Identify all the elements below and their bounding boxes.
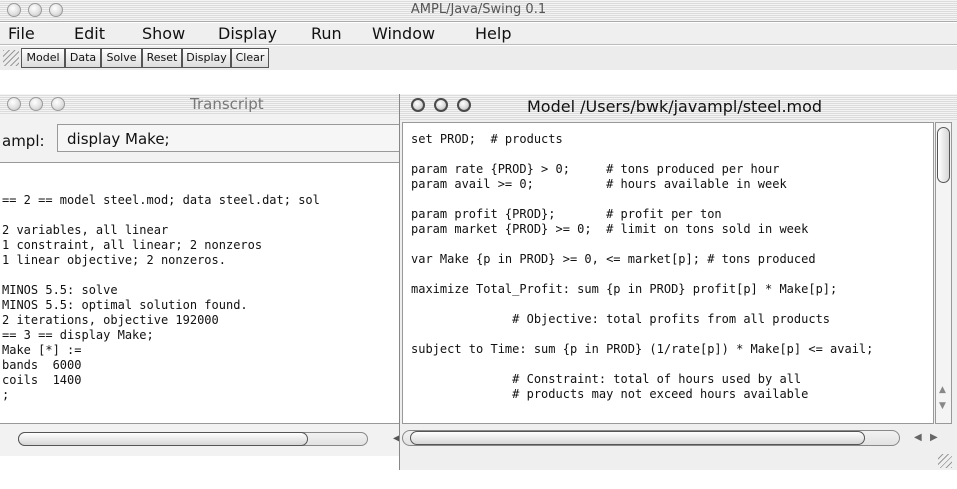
model-code-line: subject to Time: sum {p in PROD} (1/rate…	[411, 342, 874, 356]
data-button[interactable]: Data	[65, 48, 101, 68]
prompt-label: ampl:	[2, 132, 45, 150]
menu-run[interactable]: Run	[311, 23, 342, 45]
transcript-line: MINOS 5.5: solve	[2, 283, 118, 297]
solve-button[interactable]: Solve	[101, 48, 142, 68]
model-code-line	[411, 327, 873, 342]
model-vscroll[interactable]: ▲ ▼	[935, 122, 952, 424]
model-code-line: var Make {p in PROD} >= 0, <= market[p];…	[411, 252, 816, 266]
zoom-window-icon[interactable]	[51, 97, 65, 111]
toolbar: Model Data Solve Reset Display Clear	[0, 46, 957, 70]
model-code-line	[411, 297, 873, 312]
model-editor[interactable]: set PROD; # products param rate {PROD} >…	[402, 122, 934, 424]
menu-window[interactable]: Window	[372, 23, 435, 45]
model-code-line: param avail >= 0; # hours available in w…	[411, 177, 787, 191]
model-code-line: # products may not exceed hours availabl…	[411, 387, 809, 401]
command-input-value: display Make;	[67, 130, 170, 148]
menu-bar: File Edit Show Display Run Window Help	[0, 23, 957, 45]
model-window: Model /Users/bwk/javampl/steel.mod set P…	[399, 94, 957, 470]
model-code-line: param profit {PROD}; # profit per ton	[411, 207, 722, 221]
minimize-window-icon[interactable]	[29, 97, 43, 111]
reset-button[interactable]: Reset	[142, 48, 182, 68]
scroll-right-arrow-icon[interactable]: ▶	[930, 432, 938, 443]
main-title-bar[interactable]: AMPL/Java/Swing 0.1	[0, 0, 957, 22]
zoom-window-icon[interactable]	[457, 98, 471, 112]
transcript-line: == 2 == model steel.mod; data steel.dat;…	[2, 193, 320, 207]
close-window-icon[interactable]	[411, 98, 425, 112]
transcript-title-bar[interactable]: Transcript	[0, 94, 410, 114]
menu-show[interactable]: Show	[142, 23, 185, 45]
transcript-line: MINOS 5.5: optimal solution found.	[2, 298, 248, 312]
command-input[interactable]: display Make;	[57, 124, 410, 152]
scroll-down-arrow-icon[interactable]: ▼	[939, 401, 946, 411]
model-code-line: # Constraint: total of hours used by all	[411, 372, 802, 386]
model-code-line: param rate {PROD} > 0; # tons produced p…	[411, 162, 780, 176]
transcript-window: Transcript ampl: display Make; == 2 == m…	[0, 94, 410, 456]
model-button[interactable]: Model	[21, 48, 65, 68]
resize-grip-icon[interactable]	[938, 454, 952, 468]
model-hscroll[interactable]: ◀ ▶	[402, 430, 954, 446]
model-code-line	[411, 357, 873, 372]
model-code-line: param market {PROD} >= 0; # limit on ton…	[411, 222, 809, 236]
transcript-line: 2 variables, all linear	[2, 223, 169, 237]
clear-button[interactable]: Clear	[231, 48, 269, 68]
model-code-line: # Objective: total profits from all prod…	[411, 312, 831, 326]
menu-help[interactable]: Help	[475, 23, 511, 45]
model-title: Model /Users/bwk/javampl/steel.mod	[527, 97, 823, 116]
transcript-line	[2, 268, 320, 283]
menu-display[interactable]: Display	[218, 23, 277, 45]
transcript-line: 2 iterations, objective 192000	[2, 313, 219, 327]
transcript-line: ;	[2, 388, 10, 402]
transcript-line: 1 constraint, all linear; 2 nonzeros	[2, 238, 263, 252]
menu-edit[interactable]: Edit	[74, 23, 105, 45]
toolbar-grip-icon[interactable]	[3, 50, 19, 66]
scroll-thumb[interactable]	[937, 127, 950, 183]
scroll-thumb[interactable]	[18, 432, 308, 446]
transcript-line: Make [*] :=	[2, 343, 82, 357]
model-code-line	[411, 237, 873, 252]
transcript-line	[2, 208, 320, 223]
model-text: set PROD; # products param rate {PROD} >…	[411, 132, 873, 402]
transcript-line: coils 1400	[2, 373, 82, 387]
transcript-title: Transcript	[190, 95, 264, 113]
close-window-icon[interactable]	[7, 97, 21, 111]
model-code-line	[411, 147, 873, 162]
scroll-thumb[interactable]	[410, 431, 865, 445]
transcript-line: == 3 == display Make;	[2, 328, 154, 342]
minimize-window-icon[interactable]	[434, 98, 448, 112]
transcript-text: == 2 == model steel.mod; data steel.dat;…	[2, 193, 320, 403]
scroll-up-arrow-icon[interactable]: ▲	[939, 385, 946, 395]
display-button[interactable]: Display	[182, 48, 231, 68]
transcript-line: 1 linear objective; 2 nonzeros.	[2, 253, 226, 267]
scroll-left-arrow-icon[interactable]: ◀	[914, 432, 922, 443]
model-code-line: set PROD; # products	[411, 132, 563, 146]
transcript-hscroll[interactable]: ◀	[18, 432, 410, 446]
app-title: AMPL/Java/Swing 0.1	[410, 2, 547, 17]
model-code-line: maximize Total_Profit: sum {p in PROD} p…	[411, 282, 838, 296]
transcript-output[interactable]: == 2 == model steel.mod; data steel.dat;…	[0, 162, 410, 424]
transcript-line: bands 6000	[2, 358, 82, 372]
model-title-bar[interactable]: Model /Users/bwk/javampl/steel.mod	[400, 94, 957, 120]
model-code-line	[411, 192, 873, 207]
menu-file[interactable]: File	[8, 23, 35, 45]
model-code-line	[411, 267, 873, 282]
